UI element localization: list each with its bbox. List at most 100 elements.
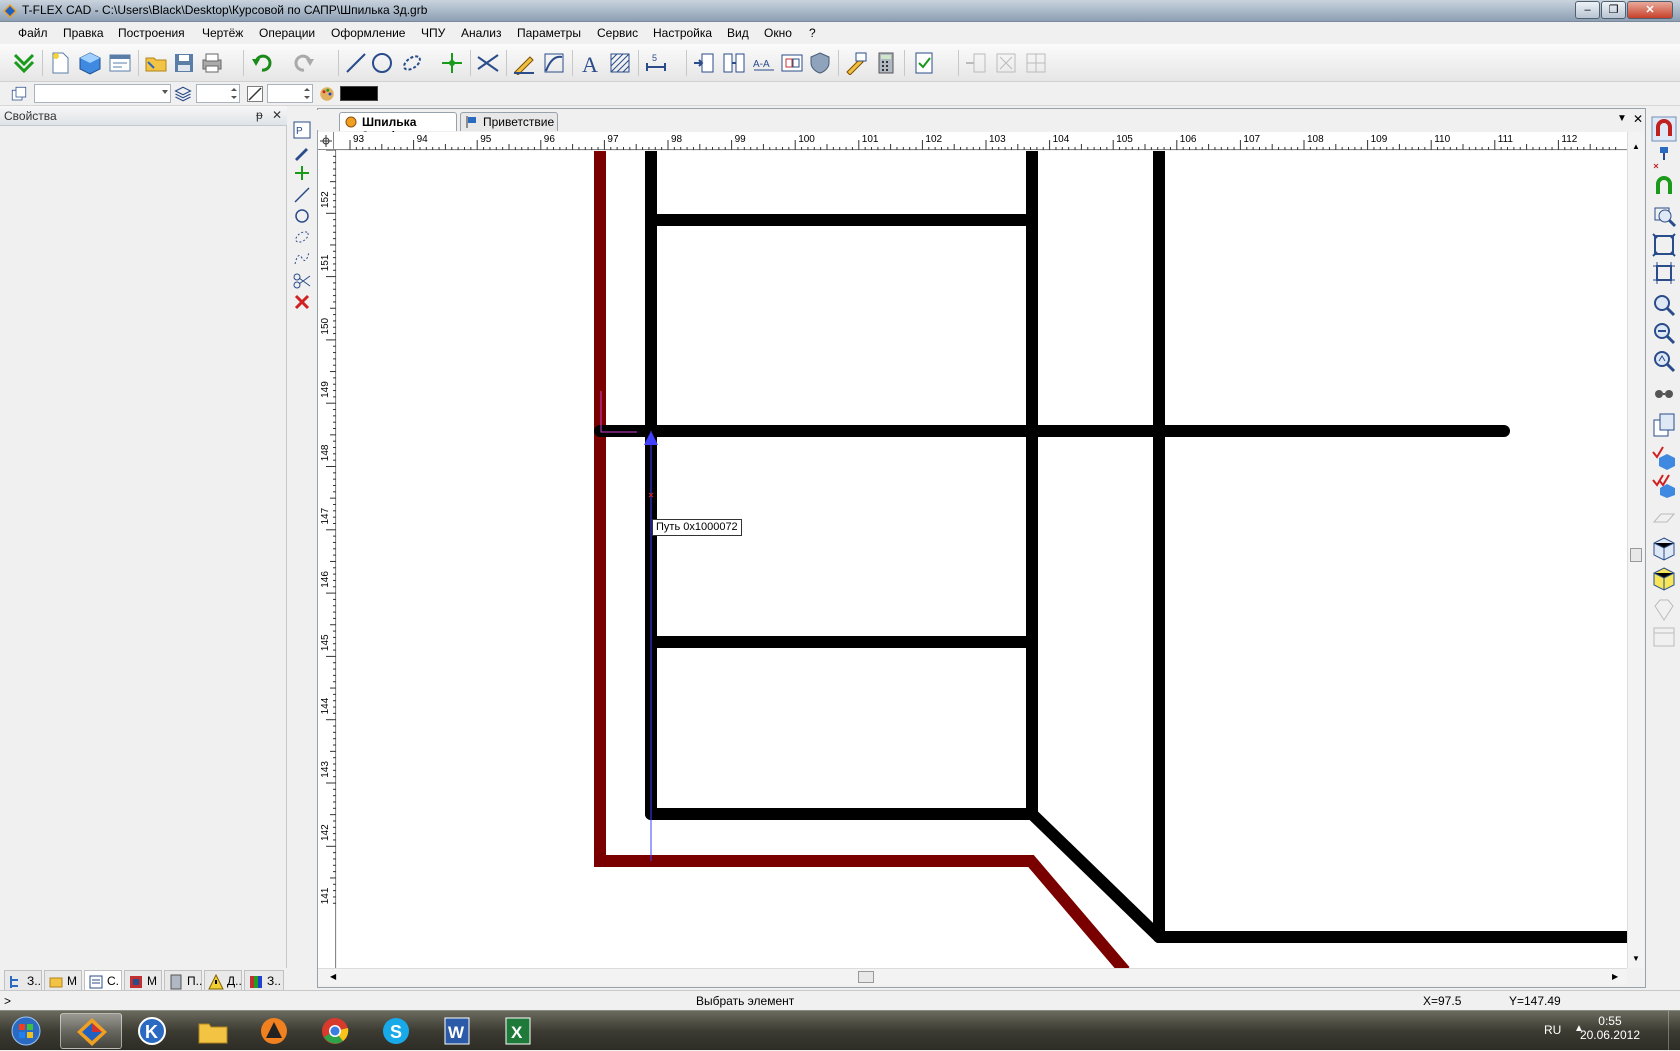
menu-design[interactable]: Оформление (331, 26, 405, 40)
taskbar-tflex[interactable] (60, 1013, 122, 1049)
taskbar-avast[interactable] (243, 1013, 305, 1049)
line-small-icon[interactable] (292, 185, 312, 205)
delete-icon[interactable] (292, 292, 312, 312)
tab-tree[interactable]: З.. (4, 970, 42, 992)
disabled-tool-1-icon[interactable] (964, 51, 988, 75)
tab-parameters[interactable]: П.. (164, 970, 202, 992)
line-tool-icon[interactable] (344, 51, 368, 75)
color-palette-icon[interactable] (318, 85, 336, 103)
zoom-out-icon[interactable] (1651, 320, 1677, 346)
yellow-cube-icon[interactable] (1651, 566, 1677, 592)
menu-view[interactable]: Вид (727, 26, 749, 40)
current-color-swatch[interactable] (340, 86, 378, 101)
disabled-tool-2-icon[interactable] (994, 51, 1018, 75)
tab-document[interactable]: Шпилька 3д.grb (339, 112, 457, 143)
hatch-tool-icon[interactable] (608, 51, 632, 75)
copy-pages-icon[interactable] (1651, 412, 1677, 438)
view-icon[interactable] (780, 51, 804, 75)
line-type-icon[interactable] (246, 85, 264, 103)
priority-spinner[interactable] (267, 84, 313, 103)
zoom-previous-icon[interactable] (1651, 348, 1677, 374)
node-tool-icon[interactable] (440, 51, 464, 75)
redo-icon[interactable] (292, 51, 316, 75)
vertical-scrollbar[interactable]: ▲ ▼ (1627, 132, 1644, 968)
scissors-icon[interactable] (292, 271, 312, 291)
circle-small-icon[interactable] (292, 206, 312, 226)
tabs-dropdown-icon[interactable]: ▼ (1617, 113, 1627, 124)
check-document-icon[interactable] (912, 51, 936, 75)
menu-file[interactable]: Файл (18, 26, 48, 40)
disabled-gem-icon[interactable] (1651, 596, 1677, 622)
taskbar-skype[interactable]: S (365, 1013, 427, 1049)
circle-tool-icon[interactable] (370, 51, 394, 75)
fragment-icon[interactable] (692, 51, 716, 75)
clock[interactable]: 0:55 20.06.2012 (1580, 1014, 1640, 1042)
tab-menu[interactable]: М (124, 970, 162, 992)
zoom-window-icon[interactable] (1651, 204, 1677, 230)
tab-library[interactable]: З.. (244, 970, 284, 992)
taskbar-excel[interactable]: X (487, 1013, 549, 1049)
tab-diagnostics[interactable]: Д.. (204, 970, 242, 992)
snap-pin-icon[interactable] (1651, 144, 1677, 170)
menu-service[interactable]: Сервис (597, 26, 638, 40)
show-desktop-button[interactable] (1668, 1011, 1680, 1051)
panel-close-icon[interactable]: ✕ (272, 108, 282, 122)
layer-stack-icon[interactable] (174, 85, 192, 103)
menu-edit[interactable]: Правка (63, 26, 104, 40)
menu-window[interactable]: Окно (764, 26, 792, 40)
undo-icon[interactable] (250, 51, 274, 75)
edit-tool-icon[interactable] (844, 51, 868, 76)
menu-analysis[interactable]: Анализ (461, 26, 502, 40)
new-drawing-icon[interactable] (108, 51, 132, 75)
scroll-up-icon[interactable]: ▲ (1632, 142, 1640, 151)
open-file-icon[interactable] (144, 51, 168, 75)
scroll-right-icon[interactable]: ▶ (1612, 972, 1618, 981)
confirm-check-icon[interactable] (12, 51, 36, 75)
tab-properties[interactable]: С. (84, 970, 122, 992)
menu-drawing[interactable]: Чертёж (202, 26, 243, 40)
tab-model[interactable]: М (44, 970, 82, 992)
pencil-draw-icon[interactable] (512, 51, 536, 76)
scroll-down-icon[interactable]: ▼ (1632, 954, 1640, 963)
menu-cnc[interactable]: ЧПУ (421, 26, 445, 40)
taskbar-explorer[interactable] (182, 1013, 244, 1049)
disabled-plane-icon[interactable] (1651, 504, 1677, 530)
vertical-scroll-thumb[interactable] (1630, 548, 1642, 562)
menu-construct[interactable]: Построения (118, 26, 185, 40)
zoom-in-icon[interactable] (1651, 292, 1677, 318)
save-icon[interactable] (172, 51, 196, 75)
snap-settings-icon[interactable] (1651, 172, 1677, 198)
layer-spinner[interactable] (196, 84, 240, 103)
ruler-corner[interactable] (318, 132, 334, 150)
document-close-icon[interactable]: ✕ (1633, 112, 1643, 126)
cube-icon[interactable] (1651, 536, 1677, 562)
menu-help[interactable]: ? (809, 26, 816, 40)
shield-icon[interactable] (808, 51, 832, 75)
pin-icon[interactable]: ᵽ (256, 108, 263, 122)
node-point-icon[interactable] (292, 163, 312, 183)
disabled-tool-3-icon[interactable] (1024, 51, 1048, 75)
close-button[interactable]: ✕ (1627, 1, 1673, 19)
menu-operations[interactable]: Операции (259, 26, 315, 40)
glasses-icon[interactable] (1651, 380, 1677, 406)
menu-settings[interactable]: Настройка (653, 26, 712, 40)
ellipse-small-icon[interactable] (292, 227, 312, 247)
insert-fragment-icon[interactable] (722, 51, 746, 75)
scroll-left-icon[interactable]: ◀ (330, 972, 336, 981)
start-button[interactable] (0, 1013, 56, 1049)
print-icon[interactable] (200, 51, 224, 75)
zoom-fit-icon[interactable] (1651, 232, 1677, 258)
ellipse-tool-icon[interactable] (400, 51, 424, 75)
spline-small-icon[interactable] (292, 248, 312, 268)
horizontal-scroll-thumb[interactable] (858, 971, 874, 983)
horizontal-scrollbar[interactable]: ◀ ▶ (318, 968, 1627, 985)
sketch-tool-icon[interactable] (476, 51, 500, 75)
properties-editor-icon[interactable]: P (292, 120, 312, 140)
layers-icon[interactable] (10, 85, 28, 103)
taskbar-chrome[interactable] (304, 1013, 366, 1049)
calculator-icon[interactable] (874, 51, 898, 75)
spline-tool-icon[interactable] (542, 51, 566, 75)
language-indicator[interactable]: RU (1544, 1023, 1561, 1037)
menu-parameters[interactable]: Параметры (517, 26, 581, 40)
check-cube-icon[interactable] (1651, 444, 1677, 470)
